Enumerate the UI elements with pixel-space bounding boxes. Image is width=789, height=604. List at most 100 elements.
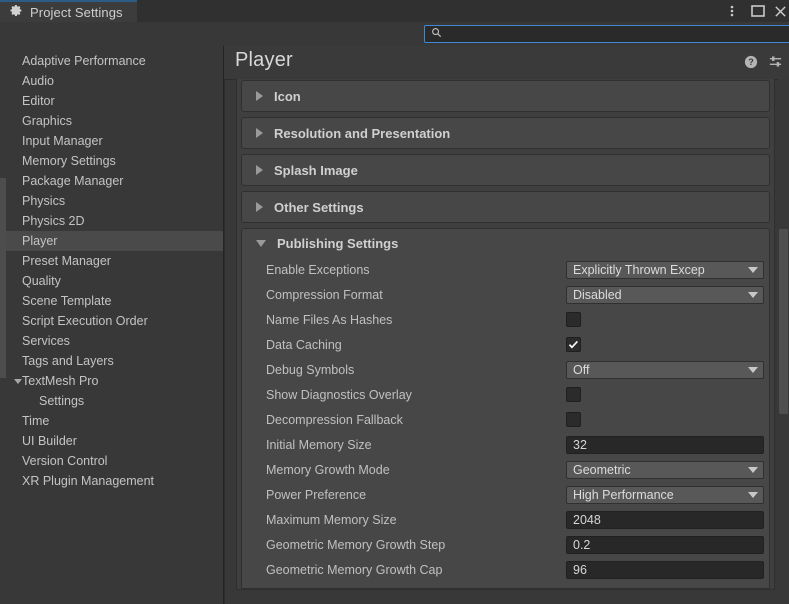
- property-row-enable-exceptions: Enable Exceptions Explicitly Thrown Excep: [242, 257, 769, 282]
- property-label: Geometric Memory Growth Step: [266, 537, 446, 552]
- close-icon[interactable]: [771, 0, 789, 22]
- foldout-splash-image[interactable]: Splash Image: [241, 154, 770, 186]
- sidebar-item-scene-template[interactable]: Scene Template: [6, 291, 223, 311]
- dropdown-memory-growth-mode[interactable]: Geometric: [566, 460, 764, 479]
- property-row-name-files-as-hashes: Name Files As Hashes: [242, 307, 769, 332]
- property-label: Enable Exceptions: [266, 262, 370, 277]
- sidebar-item-quality[interactable]: Quality: [6, 271, 223, 291]
- search-input[interactable]: [442, 26, 789, 42]
- inspector-scrollbar-thumb[interactable]: [779, 229, 788, 414]
- foldout-other-settings[interactable]: Other Settings: [241, 191, 770, 223]
- property-label: Debug Symbols: [266, 362, 355, 377]
- checkbox-show-diagnostics-overlay[interactable]: [566, 387, 581, 402]
- sidebar-item-services[interactable]: Services: [6, 331, 223, 351]
- sidebar-item-version-control[interactable]: Version Control: [6, 451, 223, 471]
- dropdown-power-preference[interactable]: High Performance: [566, 485, 764, 504]
- chevron-right-icon: [256, 91, 263, 101]
- dropdown-value: Geometric: [573, 462, 631, 477]
- input-geometric-memory-growth-cap[interactable]: 96: [566, 560, 764, 579]
- sidebar-item-label: TextMesh Pro: [22, 374, 99, 388]
- dropdown-enable-exceptions[interactable]: Explicitly Thrown Excep: [566, 260, 764, 279]
- search-field[interactable]: [424, 25, 789, 43]
- dropdown-value: Off: [573, 362, 590, 377]
- dropdown-value: Disabled: [573, 287, 622, 302]
- foldout-label: Icon: [274, 88, 301, 104]
- sidebar-item-player[interactable]: Player: [6, 231, 223, 251]
- input-value: 2048: [573, 512, 601, 527]
- property-field: Explicitly Thrown Excep: [566, 260, 764, 279]
- sidebar-item-physics[interactable]: Physics: [6, 191, 223, 211]
- chevron-down-icon: [748, 291, 758, 298]
- tab-project-settings[interactable]: Project Settings: [0, 0, 137, 22]
- input-initial-memory-size[interactable]: 32: [566, 435, 764, 454]
- check-icon: [568, 340, 578, 349]
- sidebar-item-audio[interactable]: Audio: [6, 71, 223, 91]
- sidebar-item-time[interactable]: Time: [6, 411, 223, 431]
- sidebar-item-tags-and-layers[interactable]: Tags and Layers: [6, 351, 223, 371]
- sidebar-item-label: Scene Template: [22, 294, 112, 308]
- chevron-down-icon: [748, 491, 758, 498]
- page-title: Player: [235, 49, 293, 71]
- sidebar-item-physics-2d[interactable]: Physics 2D: [6, 211, 223, 231]
- sidebar-item-adaptive-performance[interactable]: Adaptive Performance: [6, 51, 223, 71]
- sidebar-item-editor[interactable]: Editor: [6, 91, 223, 111]
- inspector-scrollbar[interactable]: [778, 79, 789, 604]
- property-label: Maximum Memory Size: [266, 512, 397, 527]
- content-header: Player ?: [224, 46, 789, 80]
- sidebar-item-ui-builder[interactable]: UI Builder: [6, 431, 223, 451]
- sidebar-item-label: Quality: [22, 274, 61, 288]
- dropdown-debug-symbols[interactable]: Off: [566, 360, 764, 379]
- sidebar-item-label: Package Manager: [22, 174, 124, 188]
- input-maximum-memory-size[interactable]: 2048: [566, 510, 764, 529]
- settings-toolbar: [0, 22, 789, 47]
- sidebar-item-settings[interactable]: Settings: [6, 391, 223, 411]
- dropdown-compression-format[interactable]: Disabled: [566, 285, 764, 304]
- sidebar-item-xr-plugin-management[interactable]: XR Plugin Management: [6, 471, 223, 491]
- sidebar-item-script-execution-order[interactable]: Script Execution Order: [6, 311, 223, 331]
- sidebar-item-preset-manager[interactable]: Preset Manager: [6, 251, 223, 271]
- tab-label: Project Settings: [30, 4, 123, 20]
- foldout-resolution-and-presentation[interactable]: Resolution and Presentation: [241, 117, 770, 149]
- input-value: 0.2: [573, 537, 591, 552]
- property-label: Geometric Memory Growth Cap: [266, 562, 443, 577]
- publishing-settings-header[interactable]: Publishing Settings: [242, 229, 769, 257]
- chevron-right-icon: [256, 165, 263, 175]
- sidebar-item-package-manager[interactable]: Package Manager: [6, 171, 223, 191]
- foldout-label: Splash Image: [274, 162, 358, 178]
- property-rows: Enable Exceptions Explicitly Thrown Excep…: [242, 257, 769, 582]
- sidebar-item-label: Services: [22, 334, 70, 348]
- property-row-geometric-memory-growth-step: Geometric Memory Growth Step 0.2: [242, 532, 769, 557]
- property-row-maximum-memory-size: Maximum Memory Size 2048: [242, 507, 769, 532]
- preset-settings-icon[interactable]: [768, 54, 783, 72]
- property-row-initial-memory-size: Initial Memory Size 32: [242, 432, 769, 457]
- property-row-memory-growth-mode: Memory Growth Mode Geometric: [242, 457, 769, 482]
- checkbox-name-files-as-hashes[interactable]: [566, 312, 581, 327]
- property-row-debug-symbols: Debug Symbols Off: [242, 357, 769, 382]
- publishing-settings-section: Publishing Settings Enable Exceptions Exp…: [241, 228, 770, 589]
- sidebar-item-label: Script Execution Order: [22, 314, 148, 328]
- property-label: Memory Growth Mode: [266, 462, 390, 477]
- help-icon[interactable]: ?: [744, 55, 758, 72]
- sidebar-item-textmesh-pro[interactable]: TextMesh Pro: [6, 371, 223, 391]
- sidebar-item-input-manager[interactable]: Input Manager: [6, 131, 223, 151]
- sidebar-item-memory-settings[interactable]: Memory Settings: [6, 151, 223, 171]
- sidebar-item-graphics[interactable]: Graphics: [6, 111, 223, 131]
- checkbox-decompression-fallback[interactable]: [566, 412, 581, 427]
- property-field: [566, 387, 581, 402]
- sidebar-item-label: Player: [22, 234, 58, 248]
- chevron-down-icon: [748, 266, 758, 273]
- foldout-icon[interactable]: Icon: [241, 80, 770, 112]
- checkbox-data-caching[interactable]: [566, 337, 581, 352]
- window-controls: [719, 0, 789, 22]
- sidebar-item-label: Physics: [22, 194, 66, 208]
- input-geometric-memory-growth-step[interactable]: 0.2: [566, 535, 764, 554]
- property-row-compression-format: Compression Format Disabled: [242, 282, 769, 307]
- property-label: Data Caching: [266, 337, 342, 352]
- maximize-icon[interactable]: [745, 0, 771, 22]
- kebab-menu-icon[interactable]: [719, 0, 745, 22]
- chevron-down-icon[interactable]: [14, 378, 22, 384]
- sidebar-item-label: Version Control: [22, 454, 108, 468]
- chevron-down-icon: [256, 239, 266, 247]
- header-icons: ?: [744, 54, 783, 72]
- property-field: 0.2: [566, 535, 764, 554]
